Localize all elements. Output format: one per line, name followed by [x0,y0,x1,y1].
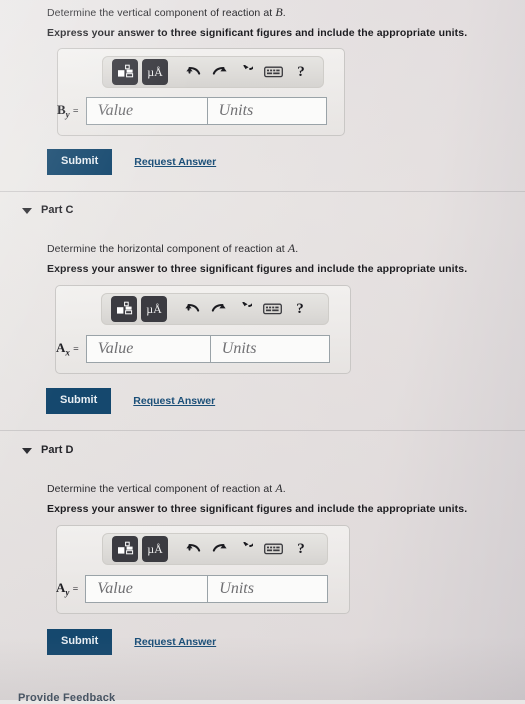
math-template-icon[interactable] [112,59,138,85]
part-b-units-input[interactable]: Units [206,97,327,125]
part-c-header[interactable]: Part C [22,204,73,216]
part-b-question-period: . [282,7,286,19]
part-b-toolbar: µÅ ? [102,56,324,88]
reset-icon[interactable] [232,537,258,561]
part-d-field-label: Ay = [56,580,79,598]
assignment-content: Determine the vertical component of reac… [0,0,525,704]
part-c-instruction: Express your answer to three significant… [47,263,468,275]
part-d-question-text: Determine the vertical component of reac… [47,483,273,495]
part-b-question-text: Determine the vertical component of reac… [47,7,273,19]
help-icon-label: ? [296,300,304,317]
units-icon-label: µÅ [147,541,163,556]
part-d-request-answer-link[interactable]: Request Answer [134,636,216,648]
redo-icon[interactable] [206,537,232,561]
redo-icon[interactable] [205,297,231,321]
part-d-field-row: Ay = Value Units [56,575,329,603]
part-c-units-input[interactable]: Units [209,335,330,363]
part-b-value-input[interactable]: Value [85,97,207,125]
part-c-answer-panel: µÅ ? Ax = Value Units [55,285,351,374]
part-d-question: Determine the vertical component of reac… [47,481,286,496]
help-icon-label: ? [297,63,305,80]
part-c-value-input[interactable]: Value [85,335,210,363]
part-d-value-input[interactable]: Value [85,575,208,603]
part-b-question: Determine the vertical component of reac… [47,5,286,20]
math-template-icon[interactable] [111,296,137,322]
part-c-question-text: Determine the horizontal component of re… [47,243,285,255]
part-b-answer-panel: µÅ ? By = Value Units [57,48,345,136]
redo-icon[interactable] [206,60,232,84]
undo-icon[interactable] [180,537,206,561]
part-b-actions: Submit Request Answer [47,149,216,175]
part-c-field-label: Ax = [56,340,79,358]
part-b-value-placeholder: Value [97,102,134,119]
units-icon-label: µÅ [147,64,163,79]
part-d-title: Part D [41,444,74,456]
units-micro-angstrom-icon[interactable]: µÅ [141,296,167,322]
part-d-header[interactable]: Part D [22,444,73,456]
part-c-question-period: . [295,243,299,255]
units-micro-angstrom-icon[interactable]: µÅ [142,536,168,562]
part-b-units-placeholder: Units [218,102,254,119]
part-d-answer-panel: µÅ ? Ay = Value Units [56,525,350,614]
part-d-submit-button[interactable]: Submit [47,629,113,655]
part-c-actions: Submit Request Answer [46,388,215,414]
units-micro-angstrom-icon[interactable]: µÅ [142,59,168,85]
chevron-down-icon[interactable] [22,208,32,214]
provide-feedback-link[interactable]: Provide Feedback [18,692,115,704]
undo-icon[interactable] [179,297,205,321]
part-c-toolbar: µÅ ? [101,293,329,325]
part-c-submit-button[interactable]: Submit [46,388,112,414]
part-c-title: Part C [41,204,74,216]
math-template-icon[interactable] [112,536,138,562]
keyboard-icon[interactable] [257,297,287,321]
part-c-field-row: Ax = Value Units [56,335,330,363]
keyboard-icon[interactable] [258,537,288,561]
help-icon-label: ? [297,540,305,557]
part-d-value-placeholder: Value [97,580,133,597]
part-d-divider [0,430,525,431]
reset-icon[interactable] [231,297,257,321]
part-b-field-row: By = Value Units [57,97,327,125]
help-icon[interactable]: ? [288,537,314,561]
undo-icon[interactable] [180,60,206,84]
part-d-question-period: . [282,483,286,495]
help-icon[interactable]: ? [287,297,313,321]
part-d-toolbar: µÅ ? [102,533,328,565]
keyboard-icon[interactable] [258,60,288,84]
reset-icon[interactable] [232,60,258,84]
part-b-field-label: By = [57,102,79,120]
part-c-divider [0,191,525,192]
chevron-down-icon[interactable] [22,448,32,454]
help-icon[interactable]: ? [288,60,314,84]
part-d-actions: Submit Request Answer [47,629,216,655]
part-b-instruction: Express your answer to three significant… [47,27,468,39]
part-b-question-variable: B [275,5,283,19]
part-d-question-variable: A [275,481,283,495]
part-d-units-input[interactable]: Units [207,575,329,603]
part-c-question: Determine the horizontal component of re… [47,241,298,256]
part-b-submit-button[interactable]: Submit [47,149,113,175]
part-d-units-placeholder: Units [219,580,254,597]
part-c-value-placeholder: Value [97,340,134,357]
part-c-units-placeholder: Units [221,340,257,357]
part-b-request-answer-link[interactable]: Request Answer [134,156,216,168]
part-d-instruction: Express your answer to three significant… [47,503,468,515]
part-c-request-answer-link[interactable]: Request Answer [133,395,215,407]
units-icon-label: µÅ [146,301,162,316]
